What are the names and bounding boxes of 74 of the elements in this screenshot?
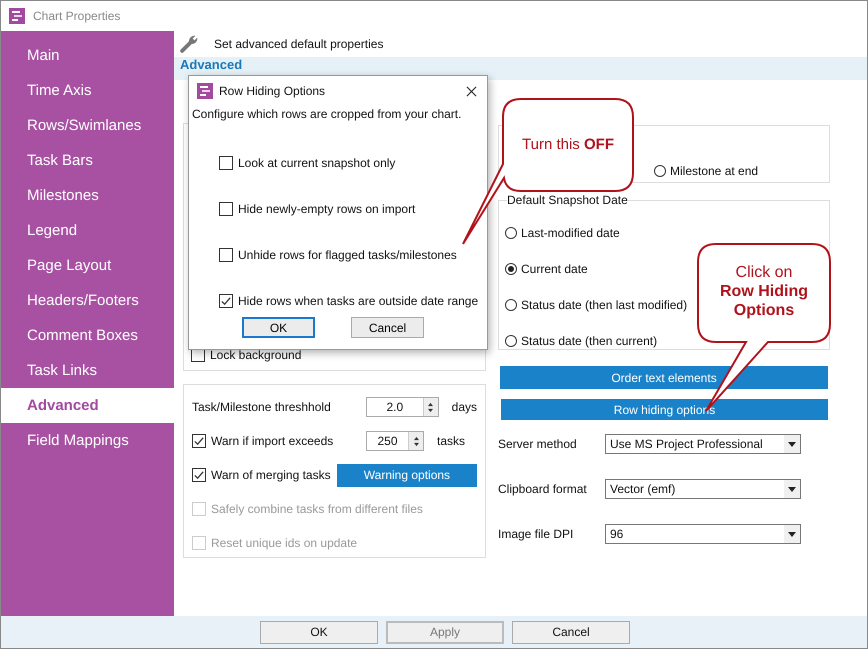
dialog-title: Row Hiding Options — [219, 84, 326, 98]
checkbox-label: Hide newly-empty rows on import — [238, 202, 416, 216]
checkbox-label: Hide rows when tasks are outside date range — [238, 294, 478, 308]
sidebar-item[interactable]: Main — [1, 38, 174, 73]
header-text: Set advanced default properties — [214, 37, 384, 51]
checkbox[interactable] — [219, 156, 233, 170]
checkbox[interactable] — [192, 434, 206, 448]
checkbox-label: Reset unique ids on update — [211, 536, 358, 550]
dialog-button[interactable]: Cancel — [351, 317, 424, 338]
checkbox-label: Warn of merging tasks — [211, 468, 331, 482]
checkbox[interactable] — [219, 294, 233, 308]
up-arrow-icon[interactable] — [427, 402, 434, 406]
callout-text: Turn this OFF — [521, 135, 615, 154]
radio-button[interactable] — [505, 335, 517, 347]
sidebar-item[interactable]: Headers/Footers — [1, 283, 174, 318]
checkbox[interactable] — [219, 248, 233, 262]
radio-label: Milestone at end — [670, 164, 758, 178]
sidebar-item[interactable]: Advanced — [1, 388, 174, 423]
sidebar-item[interactable]: Milestones — [1, 178, 174, 213]
dropdown[interactable]: Vector (emf) — [605, 479, 801, 499]
checkbox-label: Look at current snapshot only — [238, 156, 396, 170]
radio-button[interactable] — [505, 263, 517, 275]
warning-options-button[interactable]: Warning options — [336, 464, 477, 486]
sidebar-item[interactable]: Field Mappings — [1, 423, 174, 458]
field-label: Image file DPI — [498, 527, 574, 541]
caret-icon — [788, 442, 796, 446]
unit-label: days — [452, 400, 477, 414]
radio-button[interactable] — [505, 227, 517, 239]
sidebar-item[interactable]: Task Links — [1, 353, 174, 388]
checkbox-label: Unhide rows for flagged tasks/milestones — [238, 248, 457, 262]
radio-button[interactable] — [654, 165, 666, 177]
checkbox[interactable] — [219, 202, 233, 216]
sidebar-item[interactable]: Page Layout — [1, 248, 174, 283]
checkbox-label: Warn if import exceeds — [211, 434, 334, 448]
checkbox-label: Safely combine tasks from different files — [211, 502, 423, 516]
radio-label: Current date — [521, 262, 588, 276]
field-label: Server method — [498, 437, 578, 451]
unit-label: tasks — [437, 434, 466, 448]
callout-text: Click on Row Hiding Options — [719, 263, 809, 320]
dialog-description: Configure which rows are cropped from your chart. — [191, 106, 462, 122]
app-icon — [197, 83, 213, 99]
checkbox-label: Lock background — [210, 348, 302, 362]
sidebar-item[interactable]: Legend — [1, 213, 174, 248]
caret-icon — [788, 486, 796, 492]
sidebar-item[interactable]: Time Axis — [1, 73, 174, 108]
dropdown[interactable]: Use MS Project Professional — [605, 434, 801, 454]
radio-label: Last-modified date — [521, 226, 620, 240]
footer-button[interactable]: OK — [260, 620, 378, 644]
sidebar-item[interactable]: Rows/Swimlanes — [1, 108, 174, 143]
down-arrow-icon[interactable] — [412, 442, 420, 446]
dropdown[interactable]: 96 — [605, 524, 801, 544]
up-arrow-icon[interactable] — [412, 436, 420, 440]
caret-icon — [788, 532, 796, 536]
app-icon — [9, 8, 25, 24]
spin-field[interactable]: 250 — [366, 431, 424, 451]
footer-button[interactable]: Cancel — [512, 620, 630, 644]
window-title: Chart Properties — [33, 9, 120, 23]
wrench-icon — [178, 33, 200, 55]
dialog-button[interactable]: OK — [242, 317, 315, 338]
checkbox[interactable] — [192, 468, 206, 482]
sidebar-item[interactable]: Task Bars — [1, 143, 174, 178]
spin-field[interactable]: 2.0 — [366, 397, 439, 417]
field-label: Clipboard format — [498, 482, 588, 496]
section-title: Advanced — [180, 57, 242, 72]
field-label: Task/Milestone threshhold — [192, 400, 332, 414]
group-title: Default Snapshot Date — [507, 194, 628, 207]
radio-label: Status date (then last modified) — [521, 298, 688, 312]
down-arrow-icon[interactable] — [427, 408, 434, 412]
action-button[interactable]: Row hiding options — [501, 399, 828, 420]
action-button[interactable]: Order text elements — [500, 366, 828, 389]
radio-button[interactable] — [505, 299, 517, 311]
close-icon[interactable] — [466, 86, 477, 96]
radio-label: Status date (then current) — [521, 334, 658, 348]
sidebar-item[interactable]: Comment Boxes — [1, 318, 174, 353]
